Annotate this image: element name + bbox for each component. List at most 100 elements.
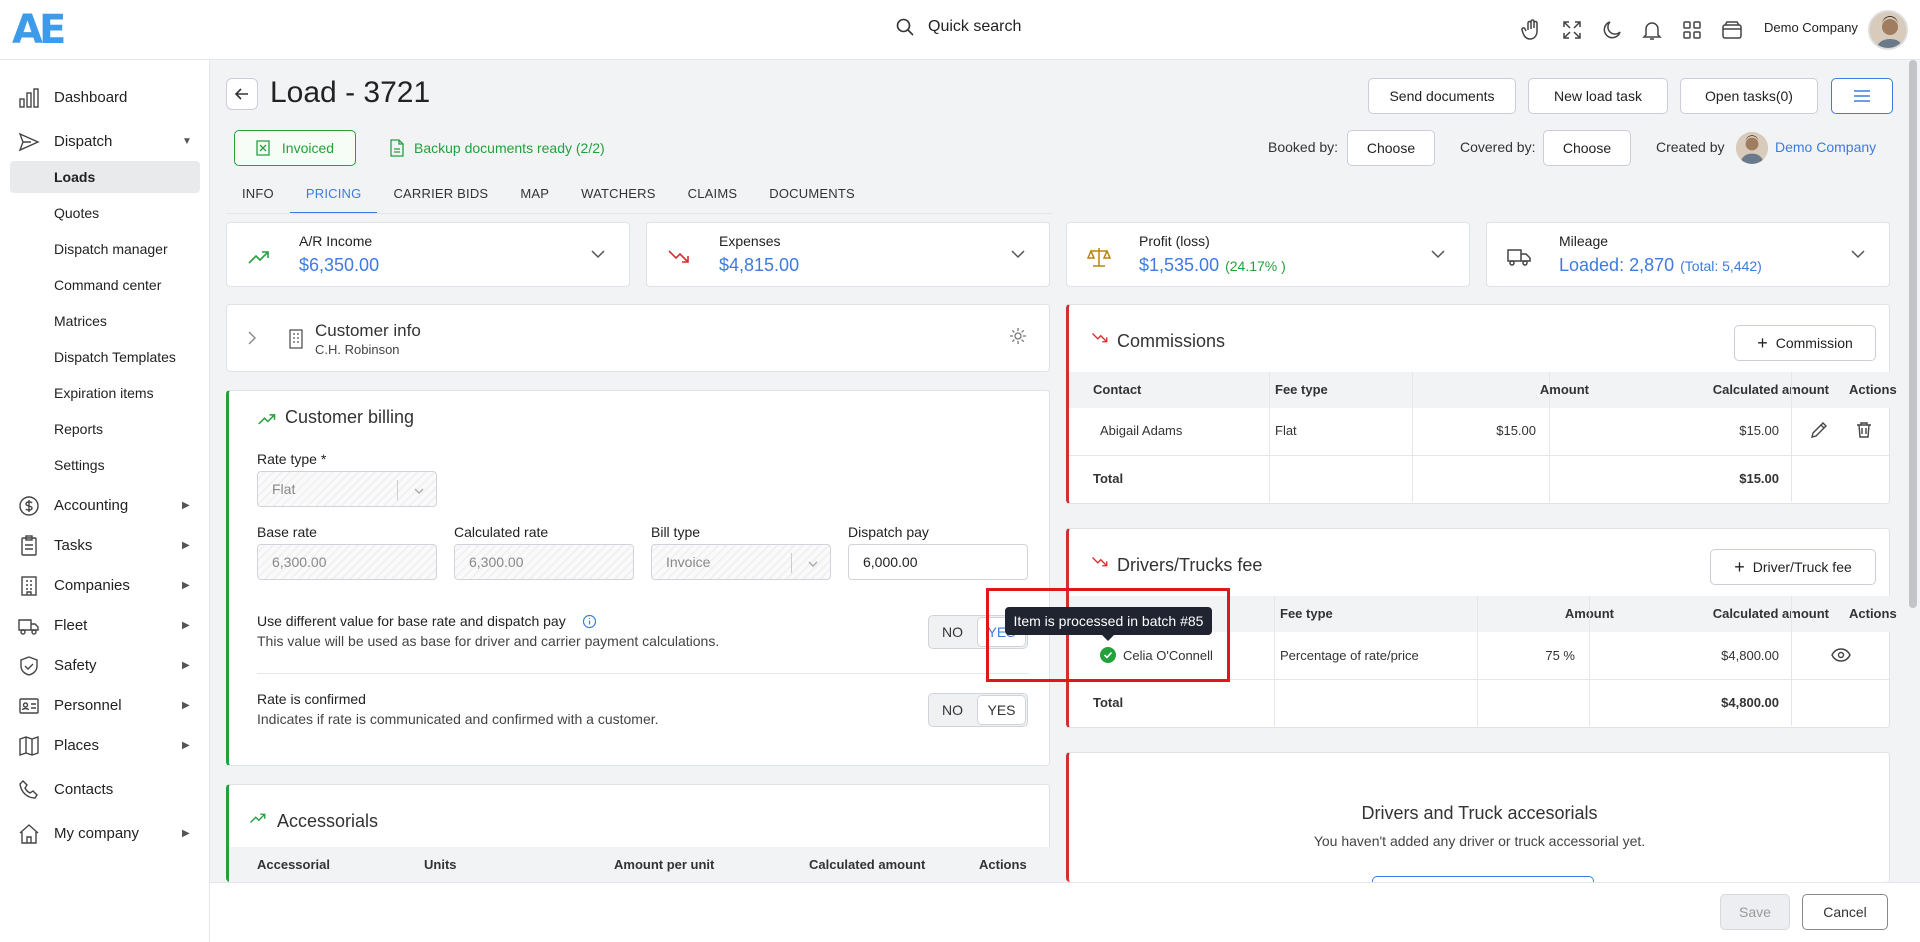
commission-calculated: $15.00 xyxy=(1739,423,1779,438)
toggle-no[interactable]: NO xyxy=(929,694,976,726)
apps-icon[interactable] xyxy=(1680,18,1704,42)
sidebar-item-dispatch[interactable]: Dispatch ▼ xyxy=(0,123,210,159)
toggle-yes[interactable]: YES xyxy=(978,696,1025,724)
tab-claims[interactable]: CLAIMS xyxy=(672,178,754,214)
app-logo[interactable]: AE xyxy=(12,6,66,54)
sidebar-item-contacts[interactable]: Contacts xyxy=(0,771,210,807)
expenses-value: $4,815.00 xyxy=(719,255,800,275)
customer-info-card[interactable]: Customer info C.H. Robinson xyxy=(226,304,1050,372)
sidebar-sub-settings[interactable]: Settings xyxy=(10,449,200,481)
sidebar-sub-dispatch-templates[interactable]: Dispatch Templates xyxy=(10,341,200,373)
chevron-down-icon[interactable] xyxy=(589,245,607,263)
sidebar-sub-reports[interactable]: Reports xyxy=(10,413,200,445)
mileage-card[interactable]: Mileage Loaded: 2,870 (Total: 5,442) xyxy=(1486,222,1890,287)
chevron-down-icon[interactable] xyxy=(1849,245,1867,263)
sidebar-item-accounting[interactable]: Accounting ▶ xyxy=(0,487,210,523)
open-tasks-button[interactable]: Open tasks(0) xyxy=(1680,78,1818,114)
tab-map[interactable]: MAP xyxy=(504,178,565,214)
expenses-card[interactable]: Expenses $4,815.00 xyxy=(646,222,1050,287)
sidebar-item-companies[interactable]: Companies ▶ xyxy=(0,567,210,603)
customer-info-title: Customer info xyxy=(315,321,421,340)
rate-confirmed-toggle[interactable]: NO YES xyxy=(928,693,1028,727)
chevron-down-icon[interactable] xyxy=(1429,245,1447,263)
building-icon xyxy=(287,329,305,349)
status-badge[interactable]: Invoiced xyxy=(234,130,356,166)
plus-icon: + xyxy=(1734,556,1745,577)
mileage-total: (Total: 5,442) xyxy=(1680,258,1762,274)
calculated-rate-input[interactable]: 6,300.00 xyxy=(454,544,634,580)
wallet-icon[interactable] xyxy=(1720,18,1744,42)
sidebar-item-personnel[interactable]: Personnel ▶ xyxy=(0,687,210,723)
add-commission-button[interactable]: + Commission xyxy=(1734,325,1876,361)
income-label: A/R Income xyxy=(299,233,373,249)
sidebar-item-places[interactable]: Places ▶ xyxy=(0,727,210,763)
profit-card[interactable]: Profit (loss) $1,535.00 (24.17% ) xyxy=(1066,222,1470,287)
col-divider xyxy=(1269,372,1270,502)
new-load-task-button[interactable]: New load task xyxy=(1528,78,1668,114)
booked-by-choose-button[interactable]: Choose xyxy=(1347,130,1435,166)
highlight-box xyxy=(986,588,1230,682)
search-icon xyxy=(896,18,914,36)
company-name[interactable]: Demo Company xyxy=(1764,20,1858,35)
chevron-right-icon[interactable] xyxy=(247,331,257,345)
add-driver-fee-button[interactable]: + Driver/Truck fee xyxy=(1710,549,1876,585)
back-button[interactable] xyxy=(226,78,258,110)
menu-button[interactable] xyxy=(1831,78,1893,114)
sidebar-item-tasks[interactable]: Tasks ▶ xyxy=(0,527,210,563)
sidebar-sub-dispatch-manager[interactable]: Dispatch manager xyxy=(10,233,200,265)
tab-pricing[interactable]: PRICING xyxy=(289,178,378,214)
sidebar-item-label: Companies xyxy=(54,576,130,594)
col-amount: Amount xyxy=(1524,606,1614,621)
scrollbar[interactable] xyxy=(1908,60,1918,882)
sidebar-item-my-company[interactable]: My company ▶ xyxy=(0,815,210,851)
cancel-button[interactable]: Cancel xyxy=(1802,894,1888,930)
bell-icon[interactable] xyxy=(1640,18,1664,42)
covered-by-choose-button[interactable]: Choose xyxy=(1543,130,1631,166)
col-amount-per-unit: Amount per unit xyxy=(614,857,715,872)
save-button[interactable]: Save xyxy=(1720,894,1790,930)
trash-icon[interactable] xyxy=(1855,421,1873,439)
rate-type-label: Rate type * xyxy=(257,451,327,467)
send-documents-button[interactable]: Send documents xyxy=(1368,78,1516,114)
user-avatar[interactable] xyxy=(1868,10,1908,50)
created-by-label: Created by xyxy=(1656,139,1725,155)
income-card[interactable]: A/R Income $6,350.00 xyxy=(226,222,630,287)
col-actions: Actions xyxy=(1849,606,1897,621)
hand-icon[interactable] xyxy=(1520,18,1544,42)
map-icon xyxy=(18,735,40,757)
sidebar-sub-matrices[interactable]: Matrices xyxy=(10,305,200,337)
sidebar-sub-quotes[interactable]: Quotes xyxy=(10,197,200,229)
commissions-title: Commissions xyxy=(1117,331,1226,351)
gear-icon[interactable] xyxy=(1009,327,1027,345)
created-by-link[interactable]: Demo Company xyxy=(1775,139,1876,155)
chevron-down-icon[interactable] xyxy=(1009,245,1027,263)
sidebar-sub-command-center[interactable]: Command center xyxy=(10,269,200,301)
tab-watchers[interactable]: WATCHERS xyxy=(565,178,672,214)
tab-documents[interactable]: DOCUMENTS xyxy=(753,178,871,214)
tab-info[interactable]: INFO xyxy=(226,178,290,214)
sidebar-item-safety[interactable]: Safety ▶ xyxy=(0,647,210,683)
covered-by-label: Covered by: xyxy=(1460,139,1536,155)
quick-search[interactable]: Quick search xyxy=(896,18,1021,36)
bill-type-select[interactable]: Invoice xyxy=(651,544,831,580)
home-icon xyxy=(18,823,40,845)
scrollbar-thumb[interactable] xyxy=(1909,60,1917,608)
dispatch-pay-input[interactable]: 6,000.00 xyxy=(848,544,1028,580)
sidebar-sub-loads[interactable]: Loads xyxy=(10,161,200,193)
base-rate-input[interactable]: 6,300.00 xyxy=(257,544,437,580)
sidebar-item-dashboard[interactable]: Dashboard xyxy=(0,79,210,115)
moon-icon[interactable] xyxy=(1600,18,1624,42)
driver-fee-calculated: $4,800.00 xyxy=(1721,648,1779,663)
info-icon[interactable] xyxy=(582,614,597,629)
sidebar-item-fleet[interactable]: Fleet ▶ xyxy=(0,607,210,643)
eye-icon[interactable] xyxy=(1831,647,1851,663)
backup-documents-status[interactable]: Backup documents ready (2/2) xyxy=(390,139,605,157)
toggle-no[interactable]: NO xyxy=(929,616,976,648)
add-driver-fee-label: Driver/Truck fee xyxy=(1752,559,1852,575)
sidebar-sub-expiration-items[interactable]: Expiration items xyxy=(10,377,200,409)
tab-carrier-bids[interactable]: CARRIER BIDS xyxy=(377,178,504,214)
fullscreen-icon[interactable] xyxy=(1560,18,1584,42)
pencil-icon[interactable] xyxy=(1810,421,1828,439)
rate-type-select[interactable]: Flat xyxy=(257,471,437,507)
dollar-icon xyxy=(18,495,40,517)
